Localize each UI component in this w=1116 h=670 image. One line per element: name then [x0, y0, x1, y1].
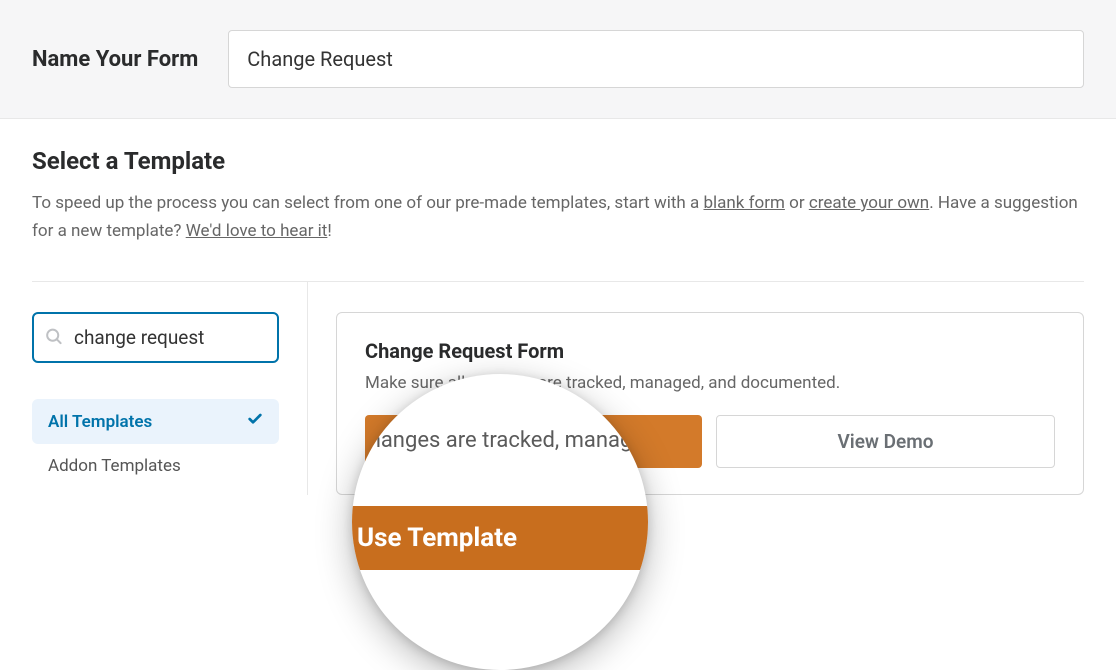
view-demo-button[interactable]: View Demo	[716, 415, 1055, 468]
template-buttons: Use Template View Demo	[365, 415, 1055, 468]
template-card-description: Make sure all changes are tracked, manag…	[365, 373, 1055, 393]
create-your-own-link[interactable]: create your own	[809, 193, 929, 213]
name-form-label: Name Your Form	[32, 47, 198, 72]
template-sidebar: All Templates Addon Templates	[32, 282, 308, 495]
form-name-input[interactable]	[228, 30, 1084, 88]
category-list: All Templates Addon Templates	[32, 399, 279, 488]
magnify-use-template-button: Use Template	[352, 506, 648, 570]
check-icon	[247, 411, 263, 432]
desc-exclaim: !	[327, 221, 331, 241]
template-card: Change Request Form Make sure all change…	[336, 312, 1084, 495]
select-template-description: To speed up the process you can select f…	[32, 189, 1084, 245]
main-content: Select a Template To speed up the proces…	[0, 119, 1116, 495]
category-all-templates[interactable]: All Templates	[32, 399, 279, 444]
search-wrapper	[32, 312, 279, 363]
use-template-button[interactable]: Use Template	[365, 415, 702, 468]
feedback-link[interactable]: We'd love to hear it	[186, 221, 328, 241]
name-form-header: Name Your Form	[0, 0, 1116, 119]
template-main: Change Request Form Make sure all change…	[308, 282, 1084, 495]
category-label: Addon Templates	[48, 456, 181, 476]
select-template-title: Select a Template	[32, 147, 1084, 175]
category-addon-templates[interactable]: Addon Templates	[32, 444, 279, 488]
template-card-title: Change Request Form	[365, 339, 1055, 363]
category-label: All Templates	[48, 412, 152, 432]
desc-text-prefix: To speed up the process you can select f…	[32, 193, 703, 213]
template-search-input[interactable]	[32, 312, 279, 363]
blank-form-link[interactable]: blank form	[703, 193, 784, 213]
template-columns: All Templates Addon Templates Change Req…	[32, 282, 1084, 495]
desc-text-middle: or	[785, 193, 809, 213]
